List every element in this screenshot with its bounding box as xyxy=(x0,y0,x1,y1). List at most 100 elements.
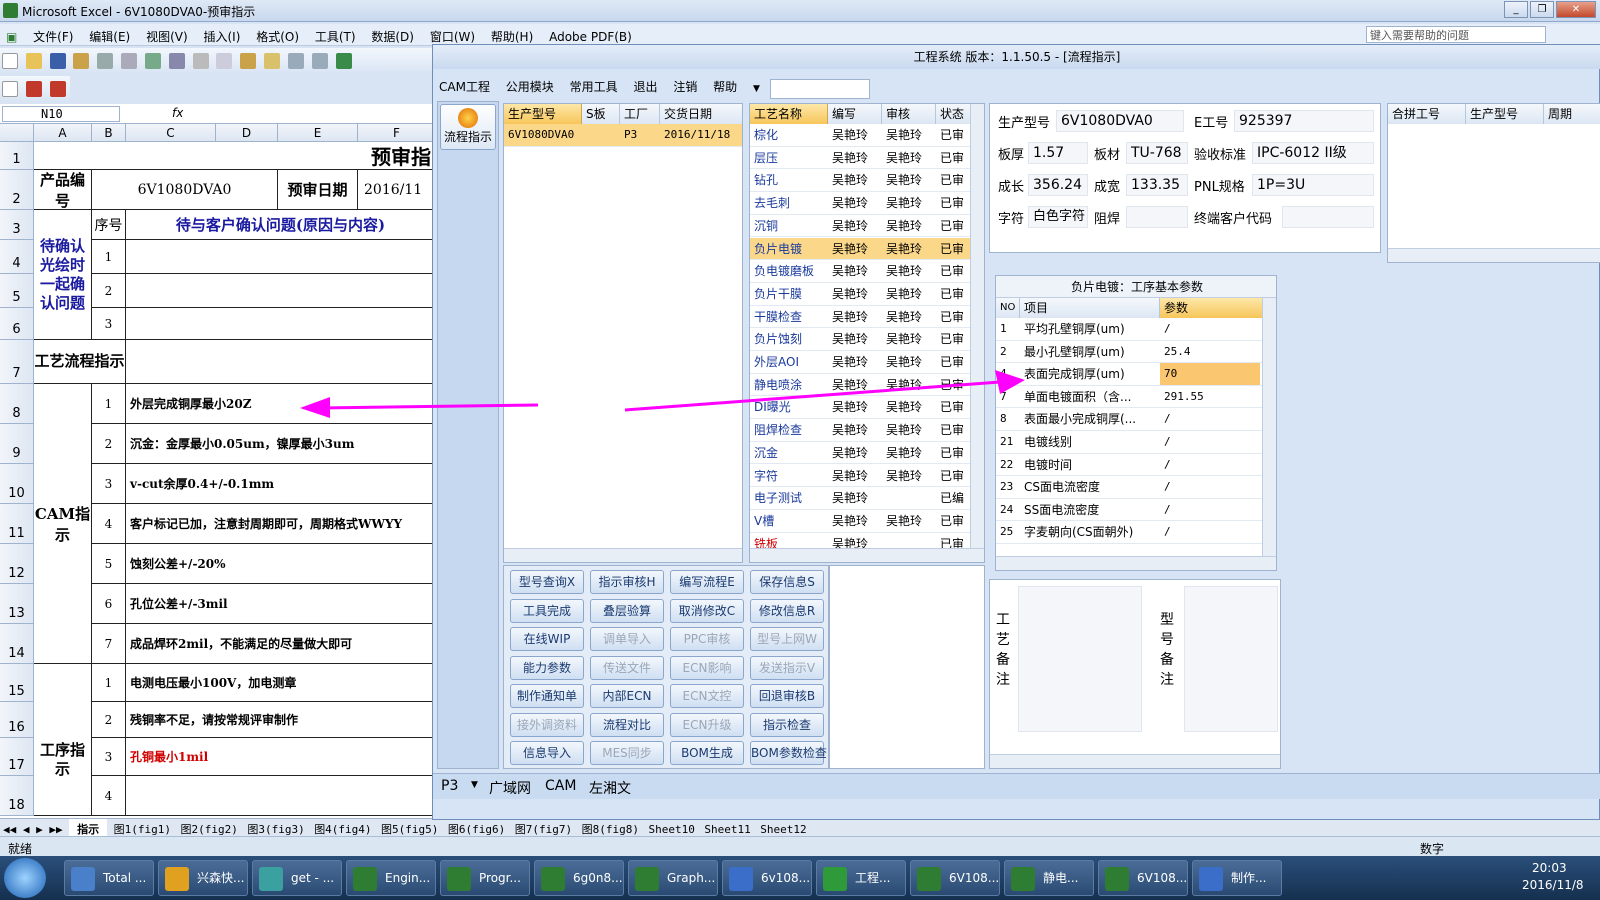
info-e-value[interactable]: 925397 xyxy=(1234,110,1374,132)
product-label-cell[interactable]: 产品编号 xyxy=(34,170,92,210)
process-row[interactable]: 字符 吴艳玲 吴艳玲 已审 xyxy=(750,465,972,488)
product-value-cell[interactable]: 6V1080DVA0 xyxy=(92,170,278,210)
format-painter-icon[interactable] xyxy=(264,53,281,69)
confirm-row-text[interactable] xyxy=(126,274,436,308)
confirm-label-cell[interactable]: 待确认光绘时一起确认问题 xyxy=(34,210,92,340)
column-header-e[interactable]: E xyxy=(278,124,358,142)
column-header-d[interactable]: D xyxy=(216,124,278,142)
param-row[interactable]: 23 CS面电流密度 / xyxy=(996,476,1264,499)
chevron-down-icon[interactable]: ▼ xyxy=(471,780,478,790)
action-button[interactable]: 指示审核H xyxy=(590,570,664,594)
order-row[interactable]: 6V1080DVA0 P3 2016/11/18 xyxy=(504,124,742,147)
info-std-value[interactable]: IPC-6012 II级 xyxy=(1252,142,1374,164)
orders-grid[interactable]: 生产型号 S板 工厂 交货日期 6V1080DVA0 P3 2016/11/18 xyxy=(503,103,743,563)
menu-window[interactable]: 窗口(W) xyxy=(424,24,481,45)
info-char-value[interactable]: 白色字符 xyxy=(1028,206,1088,228)
app-menu-help[interactable]: 帮助 xyxy=(707,73,743,95)
params-header-value[interactable]: 参数 xyxy=(1160,298,1264,318)
column-header-c[interactable]: C xyxy=(126,124,216,142)
print-icon[interactable] xyxy=(97,53,114,69)
status-factory[interactable]: P3 xyxy=(441,778,458,794)
row-header[interactable]: 17 xyxy=(0,738,34,776)
column-header-f[interactable]: F xyxy=(358,124,436,142)
action-button[interactable]: 制作通知单 xyxy=(510,684,584,708)
proc-item-text[interactable]: 残铜率不足，请按常规评审制作 xyxy=(126,702,436,738)
process-hscrollbar[interactable] xyxy=(750,548,984,562)
spelling-icon[interactable] xyxy=(144,53,161,69)
proc-item-no[interactable]: 2 xyxy=(92,702,126,738)
action-button[interactable]: 工具完成 xyxy=(510,598,584,623)
taskbar-item[interactable]: get - ... xyxy=(252,860,342,896)
pdf-create-icon[interactable] xyxy=(25,81,42,97)
hyperlink-icon[interactable] xyxy=(335,53,352,69)
process-note-textarea[interactable] xyxy=(1018,586,1142,732)
cam-label-cell[interactable]: CAM指示 xyxy=(34,384,92,664)
action-button[interactable]: 内部ECN xyxy=(590,684,664,708)
proc-item-text[interactable]: 电测电压最小100V，加电测章 xyxy=(126,664,436,702)
proc-item-no[interactable]: 1 xyxy=(92,664,126,702)
param-row[interactable]: 1 平均孔壁铜厚(um) / xyxy=(996,318,1264,341)
close-button[interactable]: ✕ xyxy=(1556,1,1596,18)
menu-format[interactable]: 格式(O) xyxy=(250,24,305,45)
action-button[interactable]: 在线WIP xyxy=(510,627,584,651)
action-button[interactable]: PPC审核 xyxy=(670,627,744,651)
action-button[interactable]: 信息导入 xyxy=(510,741,584,765)
new-icon[interactable] xyxy=(2,53,18,69)
excel-doc-icon[interactable]: ▣ xyxy=(0,26,23,44)
info-pnl-value[interactable]: 1P=3U xyxy=(1252,174,1374,196)
action-button[interactable]: 发送指示V xyxy=(750,655,824,680)
cam-item-text[interactable]: 成品焊环2mil，不能满足的尽量做大即可 xyxy=(126,624,436,664)
taskbar-item[interactable]: 6V108... xyxy=(1098,860,1188,896)
cam-item-text[interactable]: 沉金：金厚最小0.05um，镍厚最小3um xyxy=(126,424,436,464)
param-row[interactable]: 24 SS面电流密度 / xyxy=(996,499,1264,522)
taskbar-item[interactable]: Engin... xyxy=(346,860,436,896)
status-user[interactable]: 左湘文 xyxy=(589,778,631,798)
app-menu-exit[interactable]: 退出 xyxy=(627,73,663,95)
taskbar-item[interactable]: 6V108... xyxy=(910,860,1000,896)
taskbar-item[interactable]: Progr... xyxy=(440,860,530,896)
process-header-reviewer[interactable]: 审核 xyxy=(882,104,936,124)
status-module[interactable]: CAM xyxy=(545,778,576,794)
row-header[interactable]: 18 xyxy=(0,776,34,816)
param-row[interactable]: 2 最小孔壁铜厚(um) 25.4 xyxy=(996,341,1264,364)
select-all-corner[interactable] xyxy=(0,124,34,142)
sheet-title-cell[interactable]: 预审指 xyxy=(34,142,436,170)
confirm-row-no[interactable]: 3 xyxy=(92,308,126,340)
taskbar-item[interactable]: 工程... xyxy=(816,860,906,896)
process-row[interactable]: 钻孔 吴艳玲 吴艳玲 已审 xyxy=(750,169,972,193)
spreadsheet-grid[interactable]: A B C D E F 1 2 3 4 5 6 7 8 9 10 11 12 1… xyxy=(0,124,436,818)
app-menu-common[interactable]: 公用模块 xyxy=(500,73,560,95)
row-header[interactable]: 9 xyxy=(0,424,34,464)
action-button[interactable]: 型号查询X xyxy=(510,570,584,594)
open-icon[interactable] xyxy=(25,53,42,69)
seq-label-cell[interactable]: 序号 xyxy=(92,210,126,240)
status-network[interactable]: 广域网 xyxy=(489,778,531,798)
research-icon[interactable] xyxy=(168,53,185,69)
cam-item-text[interactable]: v-cut余厚0.4+/-0.1mm xyxy=(126,464,436,504)
undo-icon[interactable] xyxy=(287,53,304,69)
process-row[interactable]: 电子测试 吴艳玲 已编 xyxy=(750,487,972,510)
notes-hscrollbar[interactable] xyxy=(990,754,1280,768)
info-cust-value[interactable] xyxy=(1282,206,1374,228)
row-header[interactable]: 3 xyxy=(0,210,34,240)
row-header[interactable]: 8 xyxy=(0,384,34,424)
row-header[interactable]: 15 xyxy=(0,664,34,702)
cam-item-no[interactable]: 3 xyxy=(92,464,126,504)
action-button[interactable]: 调单导入 xyxy=(590,627,664,651)
process-grid[interactable]: 工艺名称 编写 审核 状态 棕化 吴艳玲 吴艳玲 已审 层压 吴艳玲 吴艳玲 已审 钻孔 吴艳玲吴… xyxy=(749,103,985,563)
row-header[interactable]: 13 xyxy=(0,584,34,624)
param-row[interactable]: 25 字麦朝向(CS面朝外) / xyxy=(996,521,1264,545)
orders-header-sb[interactable]: S板 xyxy=(582,104,620,124)
cam-item-text[interactable]: 蚀刻公差+/-20% xyxy=(126,544,436,584)
taskbar-item[interactable]: 6g0n8... xyxy=(534,860,624,896)
process-label-cell[interactable]: 工艺流程指示 xyxy=(34,340,126,384)
app-combo-box[interactable] xyxy=(769,78,870,99)
proc-item-no[interactable]: 3 xyxy=(92,738,126,776)
cam-item-text[interactable]: 客户标记已加，注意封周期即可，周期格式WWYY xyxy=(126,504,436,544)
row-header[interactable]: 14 xyxy=(0,624,34,664)
params-hscrollbar[interactable] xyxy=(996,556,1276,570)
combine-header-job[interactable]: 合拼工号 xyxy=(1388,104,1466,124)
row-header[interactable]: 1 xyxy=(0,142,34,170)
column-header-b[interactable]: B xyxy=(92,124,126,142)
taskbar-item[interactable]: Graph... xyxy=(628,860,718,896)
